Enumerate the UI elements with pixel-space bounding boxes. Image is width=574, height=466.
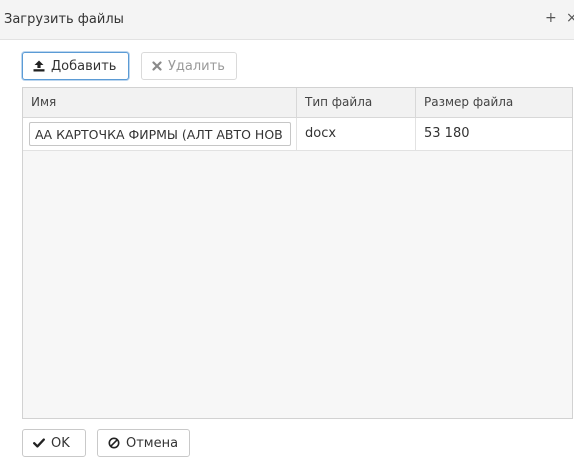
delete-button[interactable]: Удалить [141, 52, 237, 80]
upload-files-dialog: Загрузить файлы + × Добавить Удалить Имя… [0, 0, 574, 466]
cell-name [23, 118, 297, 150]
close-dialog-button[interactable]: × [566, 11, 574, 25]
table-header: Имя Тип файла Размер файла [23, 88, 572, 118]
maximize-button[interactable]: + [545, 11, 557, 25]
upload-icon [33, 60, 45, 72]
column-header-type[interactable]: Тип файла [297, 88, 416, 117]
ok-button[interactable]: OK [22, 429, 86, 457]
cell-type: docx [297, 118, 416, 150]
add-button-label: Добавить [51, 58, 117, 74]
files-table: Имя Тип файла Размер файла docx 53 180 [22, 87, 573, 419]
file-name-input[interactable] [29, 122, 291, 146]
table-row[interactable]: docx 53 180 [23, 118, 572, 151]
ok-button-label: OK [51, 435, 70, 451]
check-icon [33, 438, 45, 448]
cancel-button[interactable]: Отмена [97, 429, 190, 457]
dialog-titlebar: Загрузить файлы + × [0, 0, 574, 40]
add-button[interactable]: Добавить [22, 52, 129, 80]
close-icon [152, 61, 162, 71]
column-header-name[interactable]: Имя [23, 88, 297, 117]
delete-button-label: Удалить [168, 58, 225, 74]
dialog-title: Загрузить файлы [4, 12, 124, 27]
ban-icon [108, 437, 120, 449]
cell-size: 53 180 [424, 126, 470, 141]
column-header-size[interactable]: Размер файла [416, 88, 572, 117]
cancel-button-label: Отмена [126, 435, 179, 451]
